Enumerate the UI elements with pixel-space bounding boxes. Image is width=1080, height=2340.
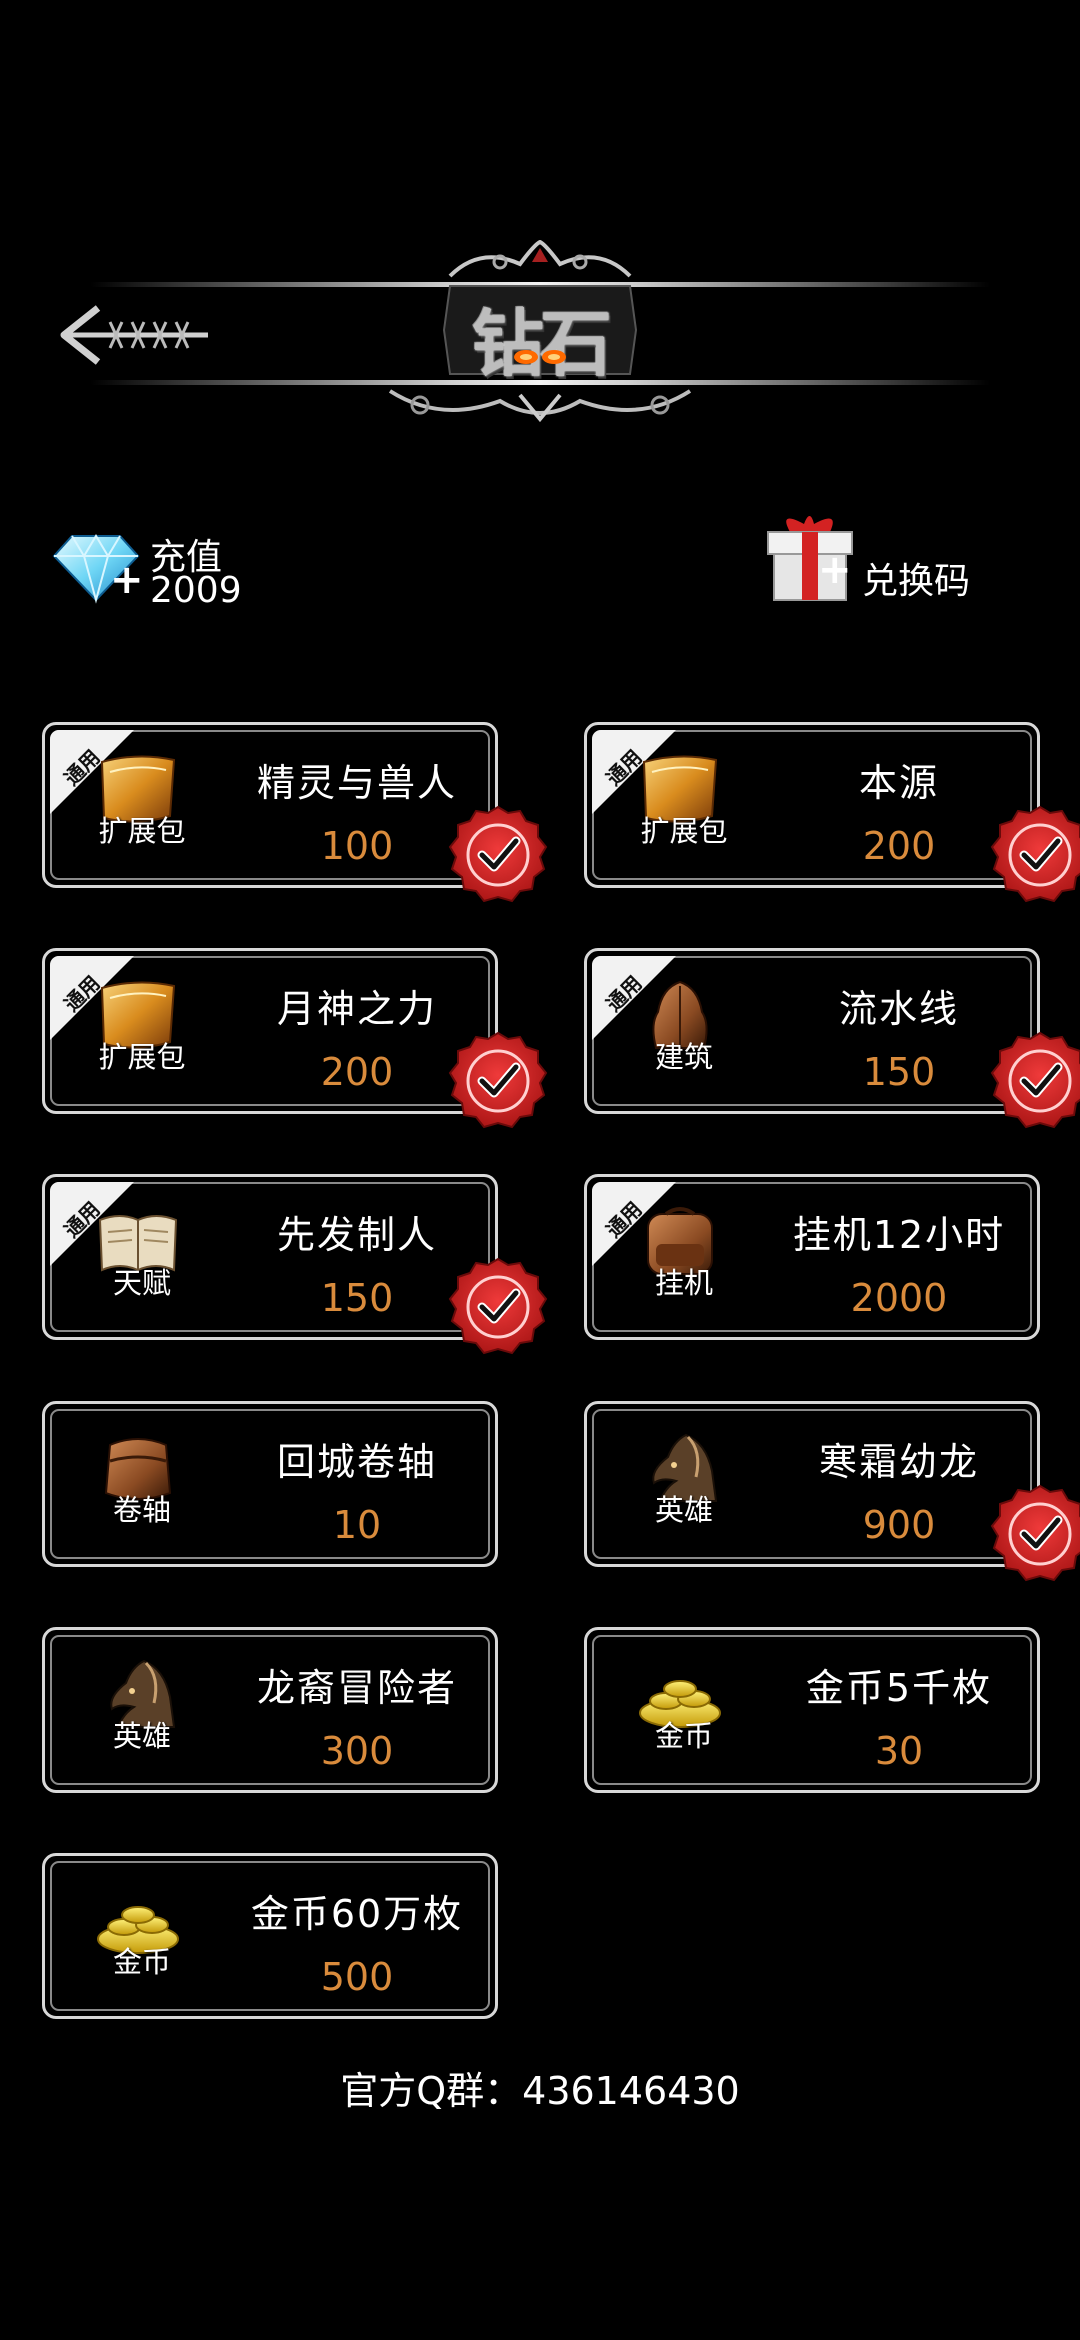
shop-item-card[interactable]: 卷轴 回城卷轴 10 [42,1401,498,1567]
item-category: 卷轴 [112,1493,171,1527]
ornament-bottom-icon [388,389,692,423]
item-category: 天赋 [112,1266,171,1300]
official-qq-group: 官方Q群：436146430 [340,2069,740,2113]
back-arrow-button[interactable] [58,300,218,370]
item-name: 寒霜幼龙 [818,1440,979,1484]
recharge-plus-icon: + [110,557,144,603]
owned-check-icon [448,1257,548,1355]
redeem-code-button[interactable]: + 兑换码 [760,506,1020,606]
shop-item-card[interactable]: 金币 金币5千枚 30 [584,1627,1040,1793]
shop-item-card[interactable]: 通用 扩展包 月神之力 200 [42,948,498,1114]
ornament-top-icon [448,240,632,278]
item-price: 300 [320,1729,394,1773]
item-category: 扩展包 [98,1040,186,1074]
shop-item-card[interactable]: 通用 建筑 流水线 150 [584,948,1040,1114]
page-header: 钻石 [0,230,1080,430]
owned-check-icon [990,805,1080,903]
page-title: 钻石 [471,301,612,386]
item-category: 英雄 [112,1719,171,1753]
item-name: 流水线 [838,987,959,1031]
item-name: 先发制人 [276,1213,437,1257]
item-name: 金币60万枚 [250,1892,464,1936]
item-category: 建筑 [654,1040,713,1074]
shop-item-card[interactable]: 英雄 龙裔冒险者 300 [42,1627,498,1793]
owned-check-icon [448,805,548,903]
diamond-count: 2009 [150,570,242,611]
shop-item-card[interactable]: 通用 挂机 挂机12小时 2000 [584,1174,1040,1340]
recharge-button[interactable]: + 充值 2009 [50,522,280,622]
item-name: 挂机12小时 [792,1213,1006,1257]
item-name: 回城卷轴 [276,1440,437,1484]
item-category: 金币 [654,1719,713,1753]
item-name: 本源 [858,761,939,805]
item-category: 扩展包 [98,814,186,848]
item-price: 10 [332,1503,382,1547]
item-category: 挂机 [654,1266,713,1300]
item-category: 金币 [112,1945,171,1979]
item-price: 2000 [850,1276,948,1320]
redeem-plus-icon: + [818,547,852,593]
shop-item-card[interactable]: 通用 扩展包 精灵与兽人 100 [42,722,498,888]
owned-check-icon [448,1031,548,1129]
item-category: 扩展包 [640,814,728,848]
shop-item-card[interactable]: 通用 扩展包 本源 200 [584,722,1040,888]
redeem-label: 兑换码 [862,561,971,602]
item-price: 30 [874,1729,924,1773]
glowing-eyes-icon [514,350,566,364]
item-name: 龙裔冒险者 [256,1666,457,1710]
item-category: 英雄 [654,1493,713,1527]
shop-item-card[interactable]: 英雄 寒霜幼龙 900 [584,1401,1040,1567]
owned-check-icon [990,1484,1080,1582]
item-price: 500 [320,1955,394,1999]
owned-check-icon [990,1031,1080,1129]
item-name: 精灵与兽人 [256,761,457,805]
shop-item-card[interactable]: 金币 金币60万枚 500 [42,1853,498,2019]
item-name: 金币5千枚 [805,1666,993,1710]
item-name: 月神之力 [276,987,437,1031]
shop-item-card[interactable]: 通用 天赋 先发制人 150 [42,1174,498,1340]
